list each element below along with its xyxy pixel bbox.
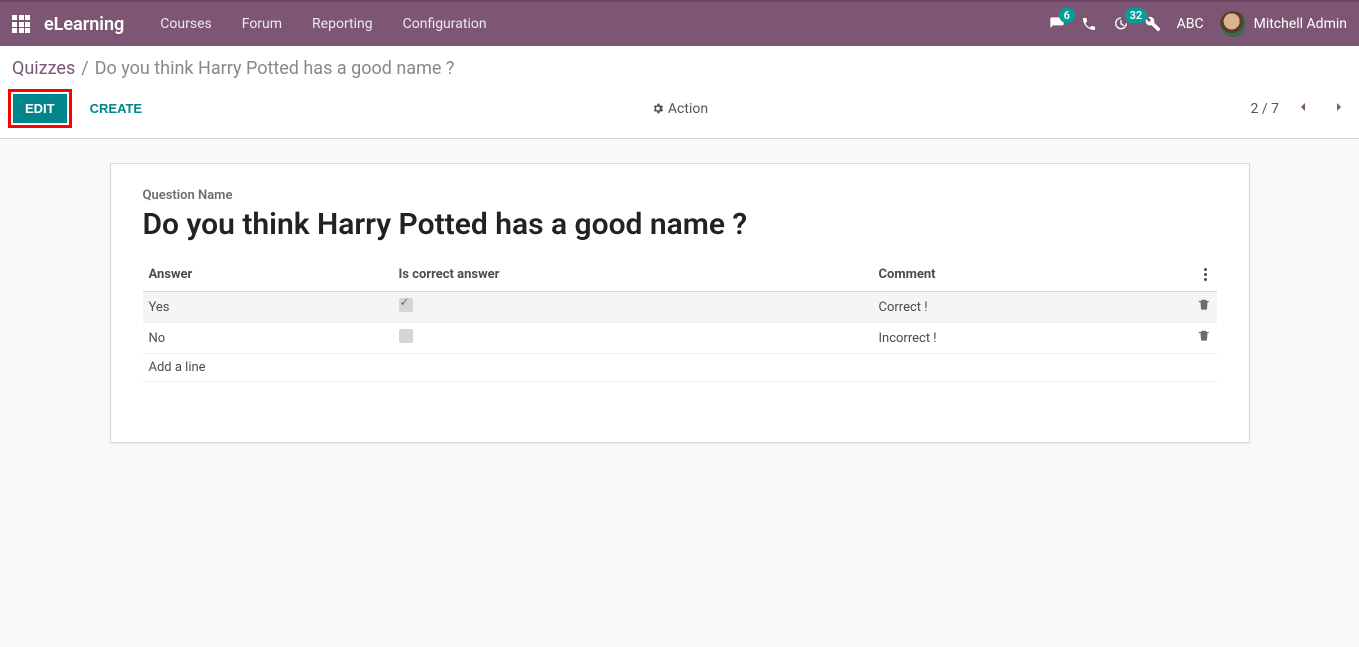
- top-navbar: eLearning Courses Forum Reporting Config…: [0, 2, 1359, 46]
- app-brand[interactable]: eLearning: [44, 14, 124, 35]
- phone-icon[interactable]: [1081, 16, 1097, 32]
- add-line-link[interactable]: Add a line: [143, 354, 1217, 382]
- nav-item-reporting[interactable]: Reporting: [298, 10, 387, 38]
- messages-icon[interactable]: 6: [1049, 16, 1065, 32]
- pager-next[interactable]: [1327, 95, 1351, 123]
- kebab-icon[interactable]: [1200, 266, 1211, 283]
- breadcrumb-separator: /: [81, 58, 88, 79]
- trash-icon[interactable]: [1197, 298, 1211, 312]
- user-menu[interactable]: Mitchell Admin: [1220, 11, 1347, 37]
- checkbox-unchecked-icon: [399, 329, 413, 343]
- col-comment[interactable]: Comment: [873, 258, 1191, 292]
- breadcrumb-parent[interactable]: Quizzes: [12, 58, 75, 79]
- messages-badge: 6: [1059, 8, 1075, 23]
- nav-item-forum[interactable]: Forum: [228, 10, 296, 38]
- cell-delete[interactable]: [1191, 323, 1217, 354]
- breadcrumb: Quizzes / Do you think Harry Potted has …: [0, 46, 1359, 85]
- activities-icon[interactable]: 32: [1113, 16, 1129, 32]
- question-label: Question Name: [143, 188, 1217, 203]
- cell-correct: [393, 292, 873, 323]
- apps-menu-icon[interactable]: [12, 15, 30, 33]
- edit-button[interactable]: Edit: [13, 94, 67, 123]
- col-answer[interactable]: Answer: [143, 258, 393, 292]
- nav-item-courses[interactable]: Courses: [146, 10, 225, 38]
- cell-comment: Correct !: [873, 292, 1191, 323]
- action-dropdown[interactable]: Action: [651, 101, 708, 117]
- cell-answer: No: [143, 323, 393, 354]
- cell-answer: Yes: [143, 292, 393, 323]
- table-row[interactable]: Yes Correct !: [143, 292, 1217, 323]
- gear-icon: [651, 102, 664, 115]
- table-row[interactable]: No Incorrect !: [143, 323, 1217, 354]
- pager-text[interactable]: 2 / 7: [1251, 101, 1279, 117]
- action-label: Action: [668, 101, 708, 117]
- page-body: Question Name Do you think Harry Potted …: [0, 139, 1359, 467]
- cell-delete[interactable]: [1191, 292, 1217, 323]
- cell-correct: [393, 323, 873, 354]
- answers-table: Answer Is correct answer Comment Yes Cor…: [143, 258, 1217, 382]
- pager: 2 / 7: [1251, 95, 1351, 123]
- nav-items: Courses Forum Reporting Configuration: [146, 10, 500, 38]
- nav-item-configuration[interactable]: Configuration: [389, 10, 501, 38]
- col-options[interactable]: [1191, 258, 1217, 292]
- company-switcher[interactable]: ABC: [1177, 16, 1204, 32]
- nav-right: 6 32 ABC Mitchell Admin: [1049, 11, 1347, 37]
- breadcrumb-current: Do you think Harry Potted has a good nam…: [95, 58, 455, 79]
- trash-icon[interactable]: [1197, 329, 1211, 343]
- control-panel: Quizzes / Do you think Harry Potted has …: [0, 46, 1359, 139]
- debug-icon[interactable]: [1145, 16, 1161, 32]
- question-title: Do you think Harry Potted has a good nam…: [143, 207, 1217, 242]
- pager-prev[interactable]: [1291, 95, 1315, 123]
- form-sheet: Question Name Do you think Harry Potted …: [110, 163, 1250, 443]
- col-correct[interactable]: Is correct answer: [393, 258, 873, 292]
- checkbox-checked-icon: [399, 298, 413, 312]
- table-header-row: Answer Is correct answer Comment: [143, 258, 1217, 292]
- control-row: Edit Create Action 2 / 7: [0, 85, 1359, 138]
- user-name: Mitchell Admin: [1254, 16, 1347, 32]
- cell-comment: Incorrect !: [873, 323, 1191, 354]
- add-line-row[interactable]: Add a line: [143, 354, 1217, 382]
- create-button[interactable]: Create: [76, 94, 156, 123]
- avatar: [1220, 11, 1246, 37]
- edit-highlight: Edit: [8, 89, 72, 128]
